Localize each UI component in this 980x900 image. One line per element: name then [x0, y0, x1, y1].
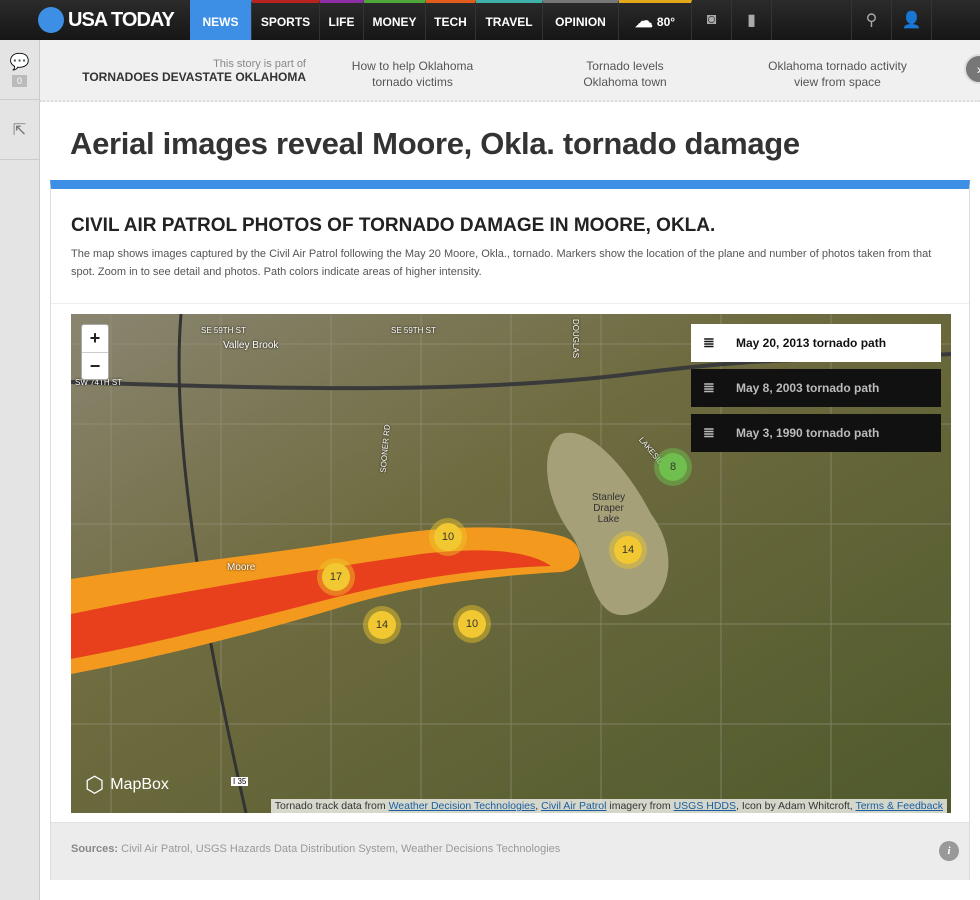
divider — [51, 303, 969, 304]
ereader-button[interactable]: ▮ — [732, 0, 772, 40]
photo-marker[interactable]: 17 — [317, 558, 355, 596]
user-button[interactable]: 👤 — [892, 0, 932, 40]
weather-button[interactable]: ☁ 80° — [619, 0, 692, 40]
related-story[interactable]: Oklahoma tornado activity view from spac… — [755, 58, 920, 90]
tornado-icon: ≣ — [703, 424, 715, 440]
article: Aerial images reveal Moore, Okla. tornad… — [40, 102, 980, 900]
map-card: CIVIL AIR PATROL PHOTOS OF TORNADO DAMAG… — [50, 180, 970, 880]
top-navigation: USA TODAY NEWS SPORTS LIFE MONEY TECH TR… — [0, 0, 980, 40]
photo-marker[interactable]: 14 — [609, 531, 647, 569]
card-description: The map shows images captured by the Civ… — [71, 248, 932, 278]
page-title: Aerial images reveal Moore, Okla. tornad… — [70, 126, 800, 161]
sources: Sources: Civil Air Patrol, USGS Hazards … — [51, 822, 969, 880]
mapbox-logo[interactable]: ⬡ MapBox — [85, 772, 169, 798]
info-icon[interactable]: i — [939, 841, 959, 861]
comment-icon: 💬 — [9, 54, 30, 71]
camera-icon: ◙ — [706, 11, 717, 28]
map-label: DOUGLAS — [571, 318, 581, 359]
share-button[interactable]: ⇱ — [0, 100, 39, 160]
map-label: I 35 — [231, 777, 249, 786]
nav-life[interactable]: LIFE — [320, 0, 364, 40]
legend-1990[interactable]: ≣ May 3, 1990 tornado path — [691, 414, 941, 452]
map-label: Stanley Draper Lake — [591, 492, 626, 525]
link-wdt[interactable]: Weather Decision Technologies — [389, 800, 536, 812]
link-usgs-hdds[interactable]: USGS HDDS — [674, 800, 736, 812]
map-label: Valley Brook — [223, 340, 279, 351]
comment-count: 0 — [11, 75, 27, 87]
map-label: Moore — [227, 562, 256, 573]
nav-tech[interactable]: TECH — [426, 0, 476, 40]
photo-marker[interactable]: 10 — [453, 605, 491, 643]
tornado-icon: ≣ — [703, 379, 715, 395]
comments-button[interactable]: 💬 0 — [0, 40, 39, 100]
zoom-in-button[interactable]: + — [82, 325, 108, 352]
book-icon: ▮ — [747, 12, 756, 29]
nav-money[interactable]: MONEY — [364, 0, 426, 40]
map-label: SE 59TH ST — [201, 326, 246, 335]
zoom-out-button[interactable]: − — [82, 352, 108, 379]
story-series[interactable]: This story is part of TORNADOES DEVASTAT… — [70, 58, 306, 84]
map-label: SE 59TH ST — [391, 326, 436, 335]
share-icon: ⇱ — [12, 121, 27, 139]
photo-marker[interactable]: 14 — [363, 606, 401, 644]
map[interactable]: SE 59TH ST SE 59TH ST Valley Brook SW 74… — [71, 314, 951, 813]
nav-sports[interactable]: SPORTS — [252, 0, 320, 40]
related-story[interactable]: Tornado levels Oklahoma town — [570, 58, 680, 90]
nav-opinion[interactable]: OPINION — [543, 0, 619, 40]
link-terms[interactable]: Terms & Feedback — [855, 800, 943, 812]
tornado-icon: ≣ — [703, 334, 715, 350]
legend-2003[interactable]: ≣ May 8, 2003 tornado path — [691, 369, 941, 407]
mapbox-icon: ⬡ — [85, 772, 105, 797]
related-story[interactable]: How to help Oklahoma tornado victims — [340, 58, 485, 90]
logo-dot — [38, 7, 64, 33]
link-civil-air-patrol[interactable]: Civil Air Patrol — [541, 800, 606, 812]
next-story-button[interactable]: › — [964, 54, 980, 84]
chevron-right-icon: › — [977, 61, 980, 77]
story-bar: This story is part of TORNADOES DEVASTAT… — [40, 40, 980, 102]
nav-travel[interactable]: TRAVEL — [476, 0, 543, 40]
legend-2013[interactable]: ≣ May 20, 2013 tornado path — [691, 324, 941, 362]
nav-spacer — [772, 0, 852, 40]
photos-button[interactable]: ◙ — [692, 0, 732, 40]
left-rail: 💬 0 ⇱ — [0, 40, 40, 900]
zoom-control: + − — [81, 324, 109, 380]
usa-today-logo[interactable]: USA TODAY — [0, 0, 190, 40]
user-icon: 👤 — [901, 12, 922, 29]
photo-marker[interactable]: 10 — [429, 518, 467, 556]
nav-news[interactable]: NEWS — [190, 0, 252, 40]
search-button[interactable]: ⚲ — [852, 0, 892, 40]
search-icon: ⚲ — [865, 12, 878, 29]
photo-marker[interactable]: 8 — [654, 448, 692, 486]
cloud-icon: ☁ — [634, 11, 653, 31]
card-title: CIVIL AIR PATROL PHOTOS OF TORNADO DAMAG… — [71, 215, 716, 236]
map-attribution: Tornado track data from Weather Decision… — [270, 799, 947, 813]
